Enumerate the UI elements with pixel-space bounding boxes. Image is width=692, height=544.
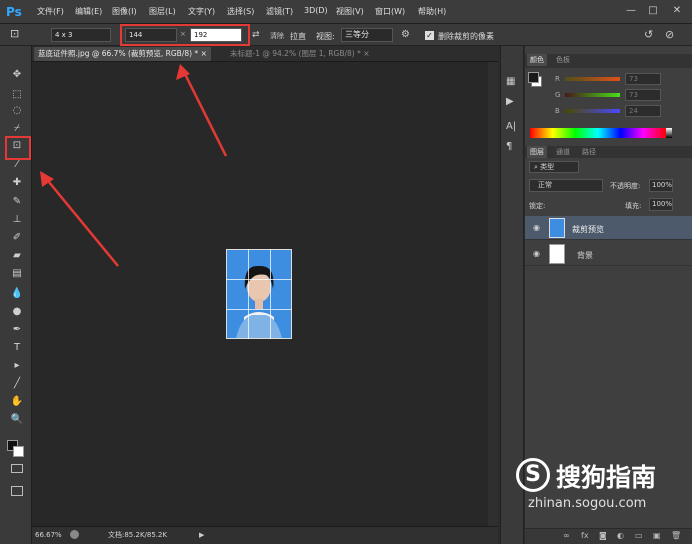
arrow-to-size-fields [181, 69, 228, 157]
annotation-arrows [40, 64, 228, 267]
arrow-to-crop-tool [43, 175, 119, 267]
